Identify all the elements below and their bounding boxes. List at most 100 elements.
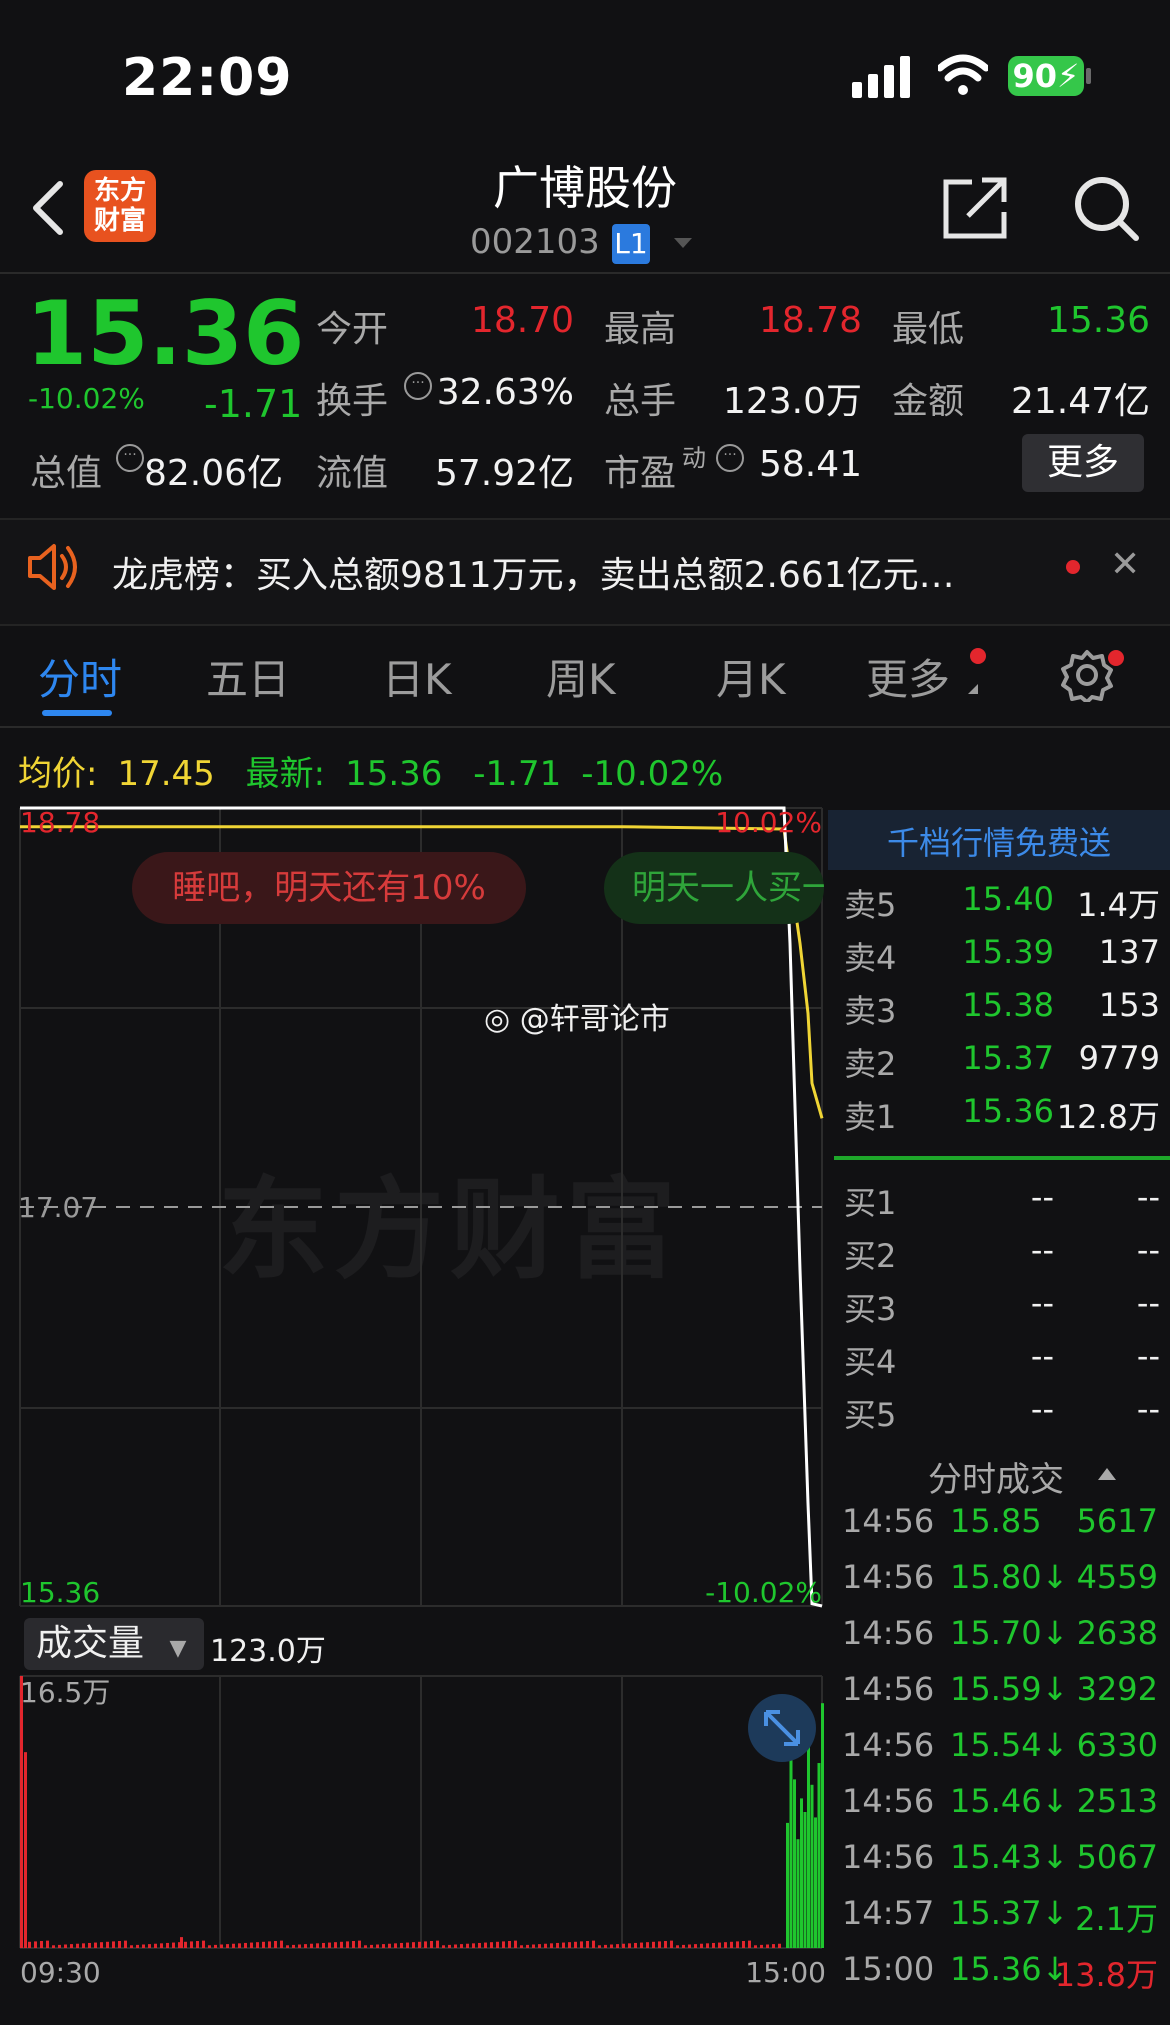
- order-price: --: [1030, 1284, 1054, 1322]
- volume-bar: [406, 1942, 409, 1948]
- order-level-label: 买1: [844, 1184, 897, 1222]
- label-turnover: 换手: [316, 381, 389, 422]
- tab-intraday[interactable]: 分时: [38, 646, 122, 707]
- settings-gear-icon[interactable]: [1060, 648, 1114, 702]
- volume-bar: [52, 1945, 55, 1948]
- trade-row: 14:56 15.80↓ 4559: [842, 1558, 1158, 1608]
- volume-bar: [148, 1944, 151, 1948]
- trade-price: 15.70↓: [950, 1614, 1069, 1652]
- level-badge[interactable]: L1: [612, 224, 650, 264]
- order-price: 15.37: [962, 1039, 1054, 1077]
- share-icon[interactable]: [942, 176, 1010, 240]
- end-time-label: 15:00: [745, 1956, 826, 1989]
- volume-bar: [736, 1941, 739, 1948]
- legend-avg-label: 均价:: [18, 754, 98, 794]
- volume-bar: [610, 1944, 613, 1948]
- order-book-row: 卖1 15.36 12.8万: [844, 1092, 1160, 1140]
- volume-bar: [670, 1940, 673, 1948]
- label-market-cap: 总值: [30, 453, 103, 494]
- more-button[interactable]: 更多: [1022, 434, 1144, 492]
- volume-bar: [190, 1941, 193, 1948]
- volume-bar: [76, 1943, 79, 1948]
- order-level-label: 卖5: [844, 886, 897, 924]
- trade-time: 14:56: [842, 1726, 935, 1764]
- settings-dot: [1108, 650, 1124, 666]
- volume-bar: [706, 1943, 709, 1948]
- volume-bar: [364, 1945, 367, 1948]
- volume-bar: [118, 1941, 121, 1948]
- volume-bar: [568, 1942, 571, 1948]
- last-price: 15.36: [26, 282, 305, 385]
- value-amount: 21.47亿: [1010, 381, 1150, 422]
- volume-bar: [514, 1940, 517, 1948]
- chevron-down-icon[interactable]: [674, 238, 692, 248]
- tab-five-day[interactable]: 五日: [206, 646, 290, 707]
- tab-monthly-k[interactable]: 月K: [716, 646, 786, 707]
- volume-bar: [793, 1779, 796, 1948]
- trade-time: 14:56: [842, 1614, 935, 1652]
- legend-change: -1.71: [473, 754, 562, 794]
- volume-bar: [460, 1944, 463, 1948]
- value-total-volume: 123.0万: [722, 381, 862, 422]
- corner-triangle-icon: [968, 684, 978, 694]
- tab-more[interactable]: 更多: [866, 646, 950, 707]
- volume-bar: [742, 1941, 745, 1948]
- caret-up-icon[interactable]: [1098, 1468, 1116, 1480]
- tab-daily-k[interactable]: 日K: [382, 646, 452, 707]
- tab-more-dot: [970, 648, 986, 664]
- order-book-row: 卖4 15.39 137: [844, 933, 1160, 981]
- intraday-chart[interactable]: 18.78 10.02% 17.07 15.36 -10.02% 16.5万 0…: [0, 790, 828, 2000]
- comment-bubble[interactable]: 明天一人买一: [604, 852, 824, 924]
- trade-time: 14:56: [842, 1838, 935, 1876]
- comment-bubble[interactable]: 睡吧，明天还有10%: [132, 852, 526, 924]
- order-price: --: [1030, 1390, 1054, 1428]
- volume-bar: [700, 1943, 703, 1948]
- trades-title[interactable]: 分时成交: [928, 1452, 1064, 1501]
- volume-bar: [616, 1944, 619, 1948]
- trade-volume: 2.1万: [1075, 1900, 1158, 1938]
- close-icon[interactable]: ✕: [1110, 544, 1140, 585]
- volume-bar: [556, 1942, 559, 1948]
- volume-bar: [40, 1941, 43, 1948]
- order-level-label: 卖2: [844, 1045, 897, 1083]
- volume-bar: [821, 1703, 824, 1948]
- volume-bar: [484, 1942, 487, 1948]
- volume-bar: [604, 1944, 607, 1948]
- info-icon[interactable]: ···: [116, 444, 144, 472]
- volume-bar: [262, 1941, 265, 1948]
- volume-bar: [268, 1941, 271, 1948]
- order-price: 15.38: [962, 986, 1054, 1024]
- order-volume: --: [1136, 1337, 1160, 1375]
- order-book-row: 卖2 15.37 9779: [844, 1039, 1160, 1087]
- order-book-title[interactable]: 千档行情免费送: [828, 818, 1170, 864]
- volume-bar: [676, 1945, 679, 1948]
- trade-row: 14:56 15.46↓ 2513: [842, 1782, 1158, 1832]
- trade-row: 14:56 15.54↓ 6330: [842, 1726, 1158, 1776]
- change-amount: -1.71: [204, 382, 303, 426]
- volume-indicator-select[interactable]: 成交量 ▼: [24, 1618, 204, 1670]
- search-icon[interactable]: [1070, 172, 1142, 244]
- volume-bar: [430, 1941, 433, 1948]
- tab-weekly-k[interactable]: 周K: [546, 646, 616, 707]
- news-text[interactable]: 龙虎榜：买入总额9811万元，卖出总额2.661亿元…: [112, 546, 955, 598]
- value-pe: 58.41: [758, 444, 862, 485]
- volume-grid: [19, 1675, 823, 1949]
- volume-bar: [70, 1944, 73, 1948]
- trade-volume: 5617: [1076, 1502, 1158, 1540]
- volume-bar: [88, 1942, 91, 1948]
- volume-bar: [574, 1941, 577, 1948]
- volume-bar: [664, 1941, 667, 1948]
- change-percent: -10.02%: [28, 382, 145, 415]
- label-pe-dynamic: 动: [682, 444, 706, 472]
- volume-bar: [232, 1943, 235, 1948]
- volume-bar: [250, 1942, 253, 1948]
- value-open: 18.70: [470, 300, 574, 341]
- volume-bar: [772, 1944, 775, 1948]
- order-volume: --: [1136, 1284, 1160, 1322]
- trade-price: 15.80↓: [950, 1558, 1069, 1596]
- volume-bar: [803, 1812, 807, 1948]
- info-icon[interactable]: ···: [404, 372, 432, 400]
- volume-bar: [562, 1942, 565, 1948]
- volume-bar: [436, 1940, 439, 1948]
- volume-bar: [490, 1942, 493, 1948]
